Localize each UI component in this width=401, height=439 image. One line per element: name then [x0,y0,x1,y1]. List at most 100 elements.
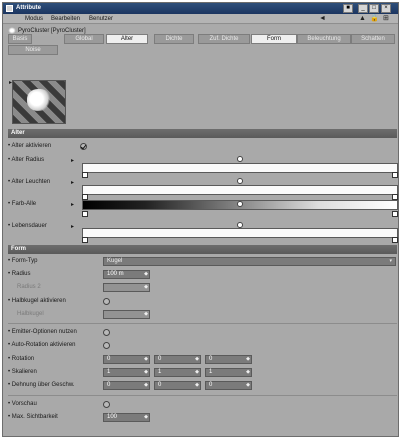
spinner-icon[interactable]: ◆ [195,382,199,389]
radius-field[interactable]: 100 m ◆ [103,270,150,279]
alter-aktivieren-checkbox[interactable] [80,143,87,150]
farb-alle-knot[interactable] [237,201,243,207]
tab-schatten[interactable]: Schatten [351,34,395,44]
gradient-marker-left[interactable] [82,172,88,178]
radius2-label: Radius 2 [17,284,41,290]
skalieren-x-field[interactable]: 1 ◆ [103,368,150,377]
tab-zuf-dichte[interactable]: Zuf. Dichte [198,34,250,44]
max-sichtbarkeit-field[interactable]: 100 ◆ [103,413,150,422]
bullet: • [8,223,11,229]
menu-bearbeiten[interactable]: Bearbeiten [51,16,80,22]
pin-button[interactable]: ■ [343,4,353,13]
dehnung-label: • Dehnung über Geschw. [8,382,75,388]
alter-radius-gradient[interactable] [82,163,398,173]
alter-radius-label: • Alter Radius [8,157,44,163]
spinner-icon[interactable]: ◆ [144,356,148,363]
alter-radius-knot[interactable] [237,156,243,162]
rotation-x-field[interactable]: 0 ◆ [103,355,150,364]
form-typ-value: Kugel [107,258,123,264]
auto-rotation-text: Auto-Rotation aktivieren [11,342,76,348]
dehnung-y-field[interactable]: 0 ◆ [154,381,201,390]
skalieren-x-value: 1 [107,369,111,375]
spinner-icon[interactable]: ◆ [246,369,250,376]
spinner-icon[interactable]: ◆ [195,369,199,376]
spinner-icon: ◆ [144,284,148,290]
spinner-icon[interactable]: ◆ [144,369,148,376]
bullet: • [8,258,11,264]
lebensdauer-gradient[interactable] [82,228,398,238]
skalieren-y-field[interactable]: 1 ◆ [154,368,201,377]
lebensdauer-expand-icon[interactable]: ▸ [71,223,74,230]
pyrocluster-icon [8,27,16,34]
lock-icon[interactable]: 🔒 [370,15,379,23]
emitter-optionen-label: • Emitter-Optionen nutzen [8,329,77,335]
menu-bar: Modus Bearbeiten Benutzer ◄ ▲ 🔒 ⊞ [3,14,398,24]
rotation-y-field[interactable]: 0 ◆ [154,355,201,364]
halbkugel-aktivieren-checkbox[interactable] [103,298,110,305]
menu-modus[interactable]: Modus [25,16,43,22]
dehnung-text: Dehnung über Geschw. [11,382,75,388]
gradient-marker-right[interactable] [392,172,398,178]
tab-noise[interactable]: Noise [8,45,58,55]
dehnung-x-field[interactable]: 0 ◆ [103,381,150,390]
bullet: • [8,179,11,185]
menu-benutzer[interactable]: Benutzer [89,16,113,22]
emitter-optionen-checkbox[interactable] [103,329,110,336]
max-sichtbarkeit-text: Max. Sichtbarkeit [11,414,58,420]
skalieren-label: • Skalieren [8,369,37,375]
app-icon [6,5,13,12]
tab-global[interactable]: Global [64,34,104,44]
tab-form[interactable]: Form [251,34,297,44]
dehnung-z-field[interactable]: 0 ◆ [205,381,252,390]
spinner-icon[interactable]: ◆ [246,356,250,363]
tab-beleuchtung[interactable]: Beleuchtung [297,34,351,44]
rotation-y-value: 0 [158,356,162,362]
bullet: • [8,356,11,362]
gradient-marker-left[interactable] [82,211,88,217]
title-bar[interactable]: Attribute ■ _ □ × [3,3,398,14]
spinner-icon[interactable]: ◆ [144,382,148,389]
spinner-icon[interactable]: ◆ [144,271,148,278]
max-sichtbarkeit-value: 100 [107,414,118,420]
spinner-icon[interactable]: ◆ [195,356,199,363]
rotation-text: Rotation [11,356,35,362]
dehnung-z-value: 0 [209,382,213,388]
bullet: • [8,414,11,420]
halbkugel-label: Halbkugel [17,311,44,317]
alter-leuchten-gradient[interactable] [82,185,398,195]
spinner-icon[interactable]: ◆ [144,414,148,421]
bullet: • [8,401,11,407]
spinner-icon[interactable]: ◆ [246,382,250,389]
close-button[interactable]: × [381,4,391,13]
gradient-marker-right[interactable] [392,211,398,217]
alter-leuchten-expand-icon[interactable]: ▸ [71,179,74,186]
rotation-z-field[interactable]: 0 ◆ [205,355,252,364]
form-typ-select[interactable]: Kugel ▾ [103,257,396,266]
alter-radius-text: Alter Radius [11,157,45,163]
section-header-alter: Alter [8,129,397,138]
dehnung-y-value: 0 [158,382,162,388]
skalieren-z-field[interactable]: 1 ◆ [205,368,252,377]
vorschau-checkbox[interactable] [103,401,110,408]
auto-rotation-label: • Auto-Rotation aktivieren [8,342,76,348]
tab-alter[interactable]: Alter [106,34,148,44]
divider [8,323,397,324]
divider [8,395,397,396]
tab-basis[interactable]: Basis [8,34,32,44]
back-arrow-icon[interactable]: ◄ [319,15,326,23]
minimize-button[interactable]: _ [358,4,368,13]
tab-dichte[interactable]: Dichte [154,34,194,44]
gradient-marker-right[interactable] [392,237,398,243]
alter-radius-expand-icon[interactable]: ▸ [71,157,74,164]
maximize-button[interactable]: □ [369,4,379,13]
vorschau-text: Vorschau [11,401,37,407]
chevron-down-icon: ▾ [389,258,392,264]
new-window-icon[interactable]: ⊞ [383,15,389,23]
halbkugel-aktivieren-text: Halbkugel aktivieren [11,298,66,304]
up-arrow-icon[interactable]: ▲ [359,15,366,23]
halbkugel-field: ◆ [103,310,150,319]
auto-rotation-checkbox[interactable] [103,342,110,349]
gradient-marker-left[interactable] [82,237,88,243]
alter-leuchten-knot[interactable] [237,178,243,184]
farb-alle-expand-icon[interactable]: ▸ [71,201,74,208]
